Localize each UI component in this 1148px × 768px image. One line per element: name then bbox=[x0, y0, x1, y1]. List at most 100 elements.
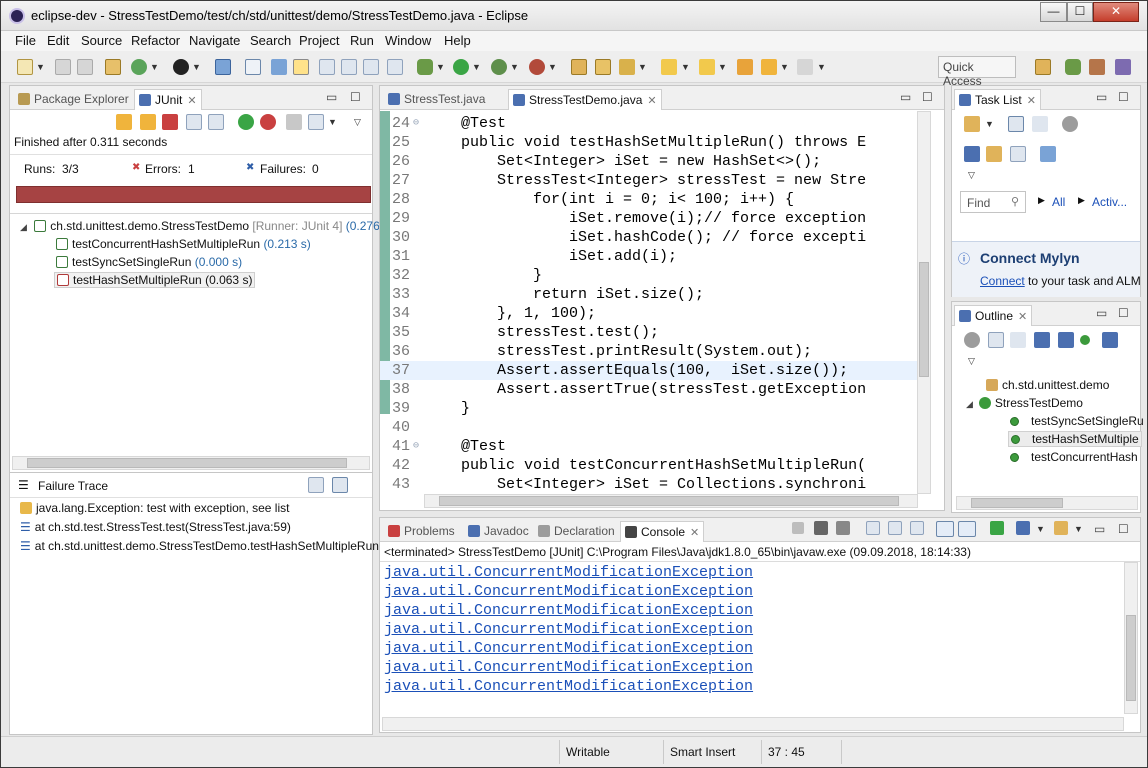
git-perspective-icon[interactable] bbox=[1089, 59, 1105, 75]
code-line[interactable]: 35 stressTest.test(); bbox=[380, 323, 925, 342]
tree-test-row[interactable]: testConcurrentHashSetMultipleRun (0.213 … bbox=[56, 237, 311, 251]
focus-on-workweek-icon[interactable] bbox=[986, 146, 1002, 162]
last-edit-location-icon[interactable] bbox=[737, 59, 753, 75]
open-folder-icon[interactable] bbox=[595, 59, 611, 75]
scrollbar-thumb[interactable] bbox=[1126, 615, 1136, 701]
code-line[interactable]: 41 ⊖ @Test bbox=[380, 437, 925, 456]
show-failures-only-icon[interactable] bbox=[162, 114, 178, 130]
code-line-current[interactable]: 37 Assert.assertEquals(100, iSet.size())… bbox=[380, 361, 925, 380]
menu-refactor[interactable]: Refactor bbox=[131, 33, 180, 48]
show-on-error-icon[interactable] bbox=[958, 521, 976, 537]
menu-help[interactable]: Help bbox=[444, 33, 471, 48]
save-all-icon[interactable] bbox=[77, 59, 93, 75]
run-icon[interactable] bbox=[453, 59, 469, 75]
outline-horizontal-scrollbar[interactable] bbox=[956, 496, 1138, 510]
tree-test-row[interactable]: testSyncSetSingleRun (0.000 s) bbox=[56, 255, 242, 269]
code-line[interactable]: 40 bbox=[380, 418, 925, 437]
display-console-icon[interactable] bbox=[1016, 521, 1030, 535]
coverage-icon[interactable] bbox=[491, 59, 507, 75]
close-icon[interactable]: ✕ bbox=[1018, 311, 1027, 323]
test-run-history-icon[interactable] bbox=[308, 114, 324, 130]
pen-icon[interactable] bbox=[619, 59, 635, 75]
menu-project[interactable]: Project bbox=[299, 33, 339, 48]
pin-console-icon[interactable] bbox=[990, 521, 1004, 535]
code-line[interactable]: 30 iSet.hashCode(); // force excepti bbox=[380, 228, 925, 247]
console-output-line[interactable]: java.util.ConcurrentModificationExceptio… bbox=[384, 639, 753, 658]
code-line[interactable]: 25 public void testHashSetMultipleRun() … bbox=[380, 133, 925, 152]
code-line[interactable]: 28 for(int i = 0; i< 100; i++) { bbox=[380, 190, 925, 209]
fold-icon[interactable]: ⊖ bbox=[413, 437, 419, 456]
chevron-down-icon[interactable]: ▼ bbox=[1074, 524, 1083, 534]
code-line[interactable]: 33 return iSet.size(); bbox=[380, 285, 925, 304]
code-line[interactable]: 29 iSet.remove(i);// force exception bbox=[380, 209, 925, 228]
console-output-line[interactable]: java.util.ConcurrentModificationExceptio… bbox=[384, 563, 753, 582]
chevron-down-icon[interactable]: ▼ bbox=[718, 62, 727, 72]
menu-source[interactable]: Source bbox=[81, 33, 122, 48]
chevron-down-icon[interactable]: ▼ bbox=[681, 62, 690, 72]
chevron-down-icon[interactable]: ▼ bbox=[192, 62, 201, 72]
word-wrap-icon[interactable] bbox=[910, 521, 924, 535]
console-vertical-scrollbar[interactable] bbox=[1124, 562, 1138, 714]
chevron-down-icon[interactable]: ▼ bbox=[472, 62, 481, 72]
chevron-down-icon[interactable]: ▼ bbox=[510, 62, 519, 72]
trace-row[interactable]: java.lang.Exception: test with exception… bbox=[20, 501, 289, 515]
back-icon[interactable] bbox=[761, 59, 777, 75]
debug-icon[interactable] bbox=[417, 59, 433, 75]
collapse-all-icon[interactable] bbox=[1010, 146, 1026, 162]
terminate-icon[interactable] bbox=[792, 522, 804, 534]
editor-vertical-scrollbar[interactable] bbox=[917, 111, 931, 494]
quick-access-input[interactable]: Quick Access bbox=[938, 56, 1016, 88]
tab-task-list[interactable]: Task List ✕ bbox=[954, 89, 1041, 110]
minimize-view-icon[interactable]: ▭ bbox=[326, 90, 337, 104]
word-wrap-icon[interactable] bbox=[363, 59, 379, 75]
scroll-lock-icon[interactable] bbox=[888, 521, 902, 535]
scheduled-icon[interactable] bbox=[1032, 116, 1048, 132]
trace-row[interactable]: ☰ at ch.std.unittest.demo.StressTestDemo.… bbox=[20, 539, 379, 553]
chevron-down-icon[interactable]: ▼ bbox=[638, 62, 647, 72]
tab-junit[interactable]: JUnit ✕ bbox=[134, 89, 202, 110]
history-icon[interactable] bbox=[208, 114, 224, 130]
open-type-icon[interactable] bbox=[245, 59, 261, 75]
hide-fields-icon[interactable] bbox=[1034, 332, 1050, 348]
next-annotation-icon[interactable] bbox=[661, 59, 677, 75]
console-output-line[interactable]: java.util.ConcurrentModificationExceptio… bbox=[384, 677, 753, 696]
debug-perspective-icon[interactable] bbox=[1065, 59, 1081, 75]
console-horizontal-scrollbar[interactable] bbox=[382, 717, 1124, 731]
focus-active-task-icon[interactable] bbox=[964, 332, 980, 348]
close-icon[interactable]: ✕ bbox=[187, 95, 196, 107]
maximize-view-icon[interactable]: ☐ bbox=[922, 90, 933, 104]
tab-stresstestdemo-java[interactable]: StressTestDemo.java ✕ bbox=[508, 89, 662, 110]
maximize-view-icon[interactable]: ☐ bbox=[1118, 306, 1129, 320]
console-output-line[interactable]: java.util.ConcurrentModificationExceptio… bbox=[384, 658, 753, 677]
hide-completed-icon[interactable] bbox=[964, 146, 980, 162]
menu-edit[interactable]: Edit bbox=[47, 33, 69, 48]
tab-problems[interactable]: Problems bbox=[384, 521, 459, 542]
code-line[interactable]: 39 } bbox=[380, 399, 925, 418]
collapse-all-icon[interactable] bbox=[988, 332, 1004, 348]
chevron-down-icon[interactable]: ▼ bbox=[780, 62, 789, 72]
code-line[interactable]: 27 StressTest<Integer> stressTest = new … bbox=[380, 171, 925, 190]
close-icon[interactable]: ✕ bbox=[690, 527, 699, 539]
toggle-breadcrumb-icon[interactable] bbox=[341, 59, 357, 75]
minimize-button[interactable]: — bbox=[1040, 2, 1067, 22]
scrollbar-thumb[interactable] bbox=[971, 498, 1063, 508]
save-icon[interactable] bbox=[55, 59, 71, 75]
trace-row[interactable]: ☰ at ch.std.test.StressTest.test(StressTe… bbox=[20, 520, 291, 534]
collapse-arrow-icon[interactable]: ◢ bbox=[966, 399, 973, 409]
code-line[interactable]: 24 ⊖ @Test bbox=[380, 114, 925, 133]
chevron-down-icon[interactable]: ▼ bbox=[328, 117, 337, 127]
code-line[interactable]: 31 iSet.add(i); bbox=[380, 247, 925, 266]
menu-run[interactable]: Run bbox=[350, 33, 374, 48]
tree-test-row-selected[interactable]: testHashSetMultipleRun (0.063 s) bbox=[54, 272, 256, 288]
minimize-view-icon[interactable]: ▭ bbox=[1094, 522, 1105, 536]
code-line[interactable]: 38 Assert.assertTrue(stressTest.getExcep… bbox=[380, 380, 925, 399]
view-menu-icon[interactable]: ▽ bbox=[354, 117, 361, 128]
code-line[interactable]: 26 Set<Integer> iSet = new HashSet<>(); bbox=[380, 152, 925, 171]
show-whitespace-icon[interactable] bbox=[387, 59, 403, 75]
close-icon[interactable]: ✕ bbox=[1027, 95, 1036, 107]
new-java-project-icon[interactable] bbox=[571, 59, 587, 75]
console-output-line[interactable]: java.util.ConcurrentModificationExceptio… bbox=[384, 582, 753, 601]
view-menu-icon[interactable]: ▽ bbox=[968, 170, 975, 181]
code-line[interactable]: 43 Set<Integer> iSet = Collections.synch… bbox=[380, 475, 925, 494]
scrollbar-thumb[interactable] bbox=[27, 458, 347, 468]
